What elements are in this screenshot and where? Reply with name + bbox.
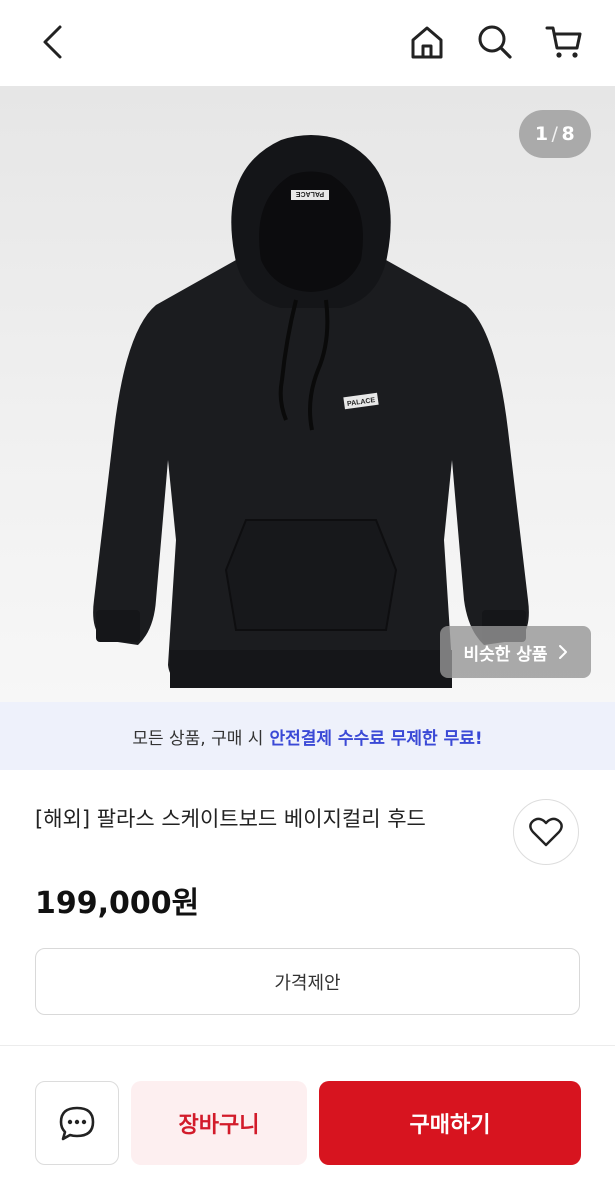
buy-now-label: 구매하기 [409, 1113, 491, 1138]
top-app-bar [0, 0, 615, 86]
price-offer-label: 가격제안 [274, 972, 341, 994]
search-icon [478, 25, 512, 59]
chat-button[interactable] [35, 1081, 119, 1165]
add-to-cart-label: 장바구니 [178, 1113, 260, 1138]
chevron-left-icon [43, 25, 62, 59]
banner-text: 모든 상품, 구매 시 [132, 728, 264, 749]
product-image: PALACE PALACE [93, 135, 529, 688]
back-button[interactable] [32, 22, 72, 62]
search-button[interactable] [475, 22, 515, 62]
image-counter-total: 8 [561, 123, 576, 145]
product-title: [해외] 팔라스 스케이트보드 베이지컬리 후드 [35, 807, 426, 831]
image-counter-separator: / [551, 123, 559, 145]
home-icon [411, 26, 443, 59]
image-counter-current: 1 [534, 123, 549, 145]
svg-text:PALACE: PALACE [296, 190, 325, 197]
add-to-cart-button[interactable]: 장바구니 [131, 1081, 307, 1165]
product-image-gallery[interactable]: PALACE PALACE 1 / 8 비슷한 상품 [0, 86, 615, 702]
chevron-right-icon [558, 645, 567, 659]
heart-icon [529, 817, 563, 847]
banner-accent-text: 안전결제 수수료 무제한 무료! [269, 728, 483, 749]
chat-bubble-icon [59, 1106, 95, 1141]
price-offer-button[interactable]: 가격제안 [35, 948, 580, 1015]
product-price: 199,000원 [35, 886, 200, 921]
divider [0, 1045, 615, 1046]
cart-button[interactable] [544, 22, 584, 62]
home-button[interactable] [407, 22, 447, 62]
similar-products-label: 비슷한 상품 [463, 644, 548, 665]
safe-payment-banner[interactable]: 모든 상품, 구매 시 안전결제 수수료 무제한 무료! [0, 702, 615, 770]
cart-icon [545, 26, 582, 58]
buy-now-button[interactable]: 구매하기 [319, 1081, 581, 1165]
similar-products-button[interactable]: 비슷한 상품 [440, 626, 591, 678]
image-counter: 1 / 8 [519, 110, 591, 158]
like-button[interactable] [513, 799, 579, 865]
